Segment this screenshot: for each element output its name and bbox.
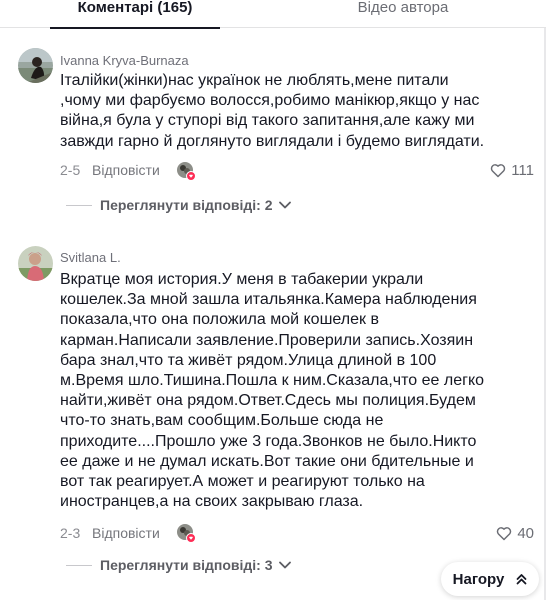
double-chevron-up-icon bbox=[516, 574, 527, 585]
view-replies-button[interactable]: Переглянути відповіді: 2 bbox=[66, 197, 291, 213]
comment-date: 2-3 bbox=[60, 525, 81, 541]
like-count: 40 bbox=[517, 525, 534, 542]
comment-date: 2-5 bbox=[60, 162, 81, 178]
reply-button[interactable]: Відповісти bbox=[92, 525, 160, 541]
avatar[interactable] bbox=[18, 48, 53, 83]
comment-text: Італійки(жінки)нас українок не люблять,м… bbox=[60, 72, 485, 150]
creator-liked-badge bbox=[176, 523, 196, 543]
heart-icon bbox=[497, 527, 512, 541]
comment-username[interactable]: Svitlana L. bbox=[60, 250, 121, 265]
creator-liked-badge bbox=[176, 161, 196, 181]
reply-button[interactable]: Відповісти bbox=[92, 162, 160, 178]
like-count: 111 bbox=[511, 162, 534, 179]
heart-icon bbox=[490, 164, 506, 178]
chevron-down-icon bbox=[278, 201, 291, 209]
chevron-down-icon bbox=[278, 561, 291, 569]
view-replies-button[interactable]: Переглянути відповіді: 3 bbox=[66, 557, 291, 573]
like-button[interactable]: 111 bbox=[490, 162, 534, 179]
comment-username[interactable]: Ivanna Kryva-Burnaza bbox=[60, 53, 189, 68]
like-button[interactable]: 40 bbox=[496, 525, 534, 542]
tab-author-videos[interactable]: Відео автора bbox=[318, 0, 488, 28]
view-replies-label: Переглянути відповіді: 2 bbox=[100, 197, 273, 213]
divider-line bbox=[66, 204, 92, 206]
comment-meta: 2-5 Відповісти bbox=[60, 162, 160, 178]
scroll-to-top-label: Нагору bbox=[452, 570, 505, 588]
divider-line bbox=[66, 564, 92, 566]
view-replies-label: Переглянути відповіді: 3 bbox=[100, 557, 273, 573]
tab-comments[interactable]: Коментарі (165) bbox=[50, 0, 220, 29]
avatar[interactable] bbox=[18, 246, 53, 281]
comment-meta: 2-3 Відповісти bbox=[60, 525, 160, 541]
comment-text: Вкратце моя история.У меня в табакерии у… bbox=[60, 271, 485, 511]
comment-tabs: Коментарі (165) Відео автора bbox=[0, 0, 546, 29]
scroll-to-top-button[interactable]: Нагору bbox=[441, 562, 539, 596]
